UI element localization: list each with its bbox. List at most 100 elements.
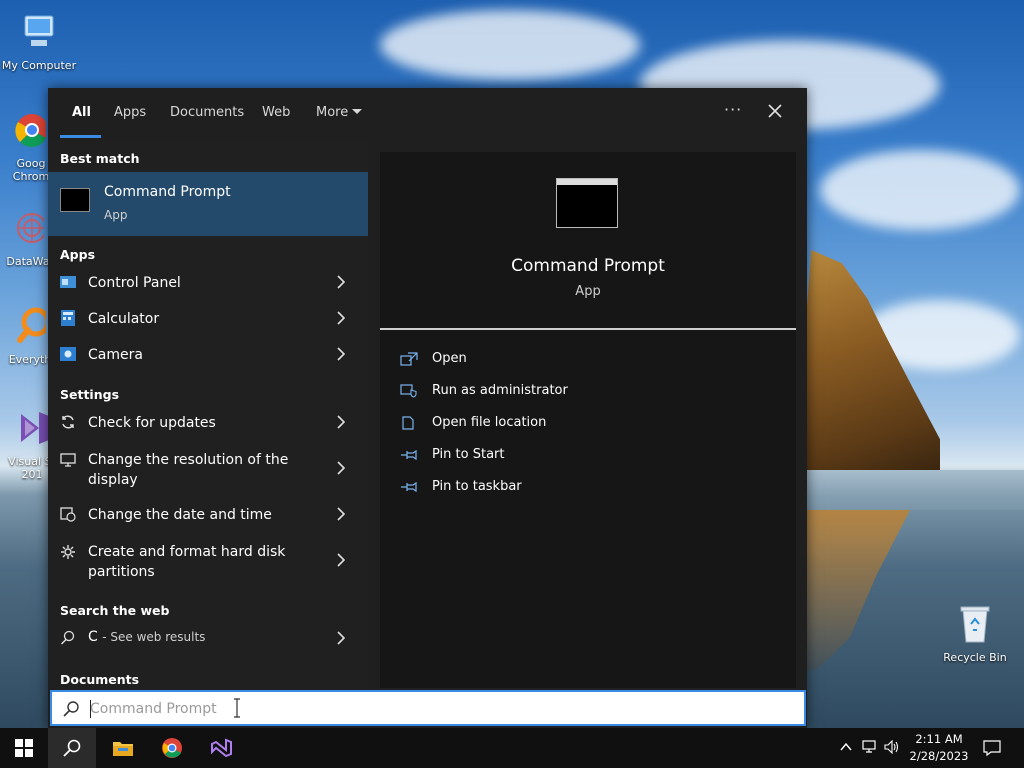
search-box[interactable] [50,690,806,726]
icon-titlebar [557,179,617,185]
chrome-icon [15,114,48,147]
cloud [820,150,1020,230]
search-tabs: All Apps Documents Web More ··· [48,88,807,140]
clock-time: 2:11 AM [915,732,963,746]
chevron-right-icon[interactable] [336,311,346,325]
taskbar-clock[interactable]: 2:11 AM 2/28/2023 [906,731,972,765]
camera-icon [60,347,76,361]
chevron-up-icon[interactable] [840,742,852,752]
settings-item-display-resolution[interactable]: Change the resolution of the display [48,440,368,496]
app-item-label: Camera [88,347,143,363]
calculator-icon [61,310,75,326]
best-match-type: App [104,208,128,222]
tab-apps[interactable]: Apps [114,105,146,120]
desktop-icon-label: My Computer [1,59,77,72]
chevron-right-icon[interactable] [336,461,346,475]
gear-icon [61,545,75,559]
action-label: Pin to taskbar [432,479,522,494]
close-icon[interactable] [766,102,784,120]
action-label: Pin to Start [432,447,505,462]
shield-icon [400,384,417,398]
action-label: Open file location [432,415,547,430]
taskbar: 2:11 AM 2/28/2023 [0,728,1024,768]
start-button[interactable] [0,728,48,768]
section-title-documents: Documents [60,672,140,687]
preview-type: App [575,284,601,299]
best-match-item[interactable]: Command Prompt App [48,172,368,236]
tab-web[interactable]: Web [262,105,290,120]
search-panel: All Apps Documents Web More ··· Best mat… [48,88,807,728]
chevron-right-icon[interactable] [336,507,346,521]
recycle-bin-icon [960,606,990,643]
mouse-ibeam-cursor-icon [234,698,240,718]
desktop-icon-my-computer[interactable]: My Computer [0,10,78,72]
settings-item-label: Check for updates [88,415,216,431]
visual-studio-icon [211,738,232,758]
web-result-query: C [88,629,98,645]
settings-item-check-updates[interactable]: Check for updates [48,404,368,440]
search-icon [60,630,75,645]
settings-item-date-time[interactable]: Change the date and time [48,496,368,532]
tab-more-label: More [316,105,349,120]
section-title-settings: Settings [60,387,120,402]
pin-icon [401,481,417,493]
settings-item-disk-partitions[interactable]: Create and format hard disk partitions [48,532,368,588]
tab-documents[interactable]: Documents [170,105,244,120]
more-options-icon[interactable]: ··· [724,100,742,119]
computer-icon [24,15,54,46]
taskbar-visual-studio[interactable] [198,728,246,768]
web-result-item[interactable]: C - See web results [48,620,368,656]
chevron-right-icon[interactable] [336,347,346,361]
taskbar-chrome[interactable] [148,728,196,768]
search-input[interactable] [90,698,790,720]
text-cursor [90,700,91,718]
desktop-icon-label: DataWa [6,255,50,268]
file-location-icon [402,416,414,430]
cliff-reflection [800,510,910,670]
tab-more[interactable]: More [316,105,363,120]
desktop-icon-datawarrior[interactable]: DataWa [0,206,54,268]
preview-title: Command Prompt [511,256,665,276]
refresh-icon [62,415,74,429]
app-item-label: Control Panel [88,275,181,291]
chevron-right-icon[interactable] [336,553,346,567]
control-panel-icon [60,276,76,288]
chevron-right-icon[interactable] [336,275,346,289]
notifications-icon[interactable] [983,739,1001,757]
volume-icon[interactable] [884,740,900,754]
search-icon [63,701,79,717]
search-icon [63,739,81,757]
section-title-apps: Apps [60,247,96,262]
open-icon [400,352,418,366]
datawarrior-icon [17,213,47,243]
network-icon[interactable] [862,740,878,754]
tab-all[interactable]: All [72,105,91,120]
app-item-control-panel[interactable]: Control Panel [48,264,368,300]
taskbar-file-explorer[interactable] [98,728,146,768]
app-item-camera[interactable]: Camera [48,336,368,372]
app-item-label: Calculator [88,311,160,327]
taskbar-search-button[interactable] [48,728,96,768]
windows-logo-icon [15,739,33,757]
chevron-right-icon[interactable] [336,631,346,645]
section-title-search-web: Search the web [60,603,170,618]
settings-item-label: Change the date and time [88,507,272,523]
tab-active-indicator [60,135,101,138]
preview-pane: Command Prompt App Open Run as administr… [380,152,796,688]
visual-studio-icon [21,412,49,444]
action-label: Open [432,351,467,366]
app-item-calculator[interactable]: Calculator [48,300,368,336]
settings-item-label: Create and format hard disk partitions [88,544,286,580]
monitor-icon [60,453,76,467]
desktop-icon-recycle-bin[interactable]: Recycle Bin [936,602,1014,664]
cloud [380,10,640,80]
everything-search-icon [17,307,51,343]
section-title-best-match: Best match [60,151,140,166]
best-match-name: Command Prompt [104,184,231,200]
pin-icon [401,449,417,461]
chevron-right-icon[interactable] [336,415,346,429]
web-result-suffix: - See web results [102,630,206,644]
command-prompt-large-icon [556,178,618,228]
desktop-icon-label: Recycle Bin [943,651,1007,664]
preview-divider [380,328,796,330]
